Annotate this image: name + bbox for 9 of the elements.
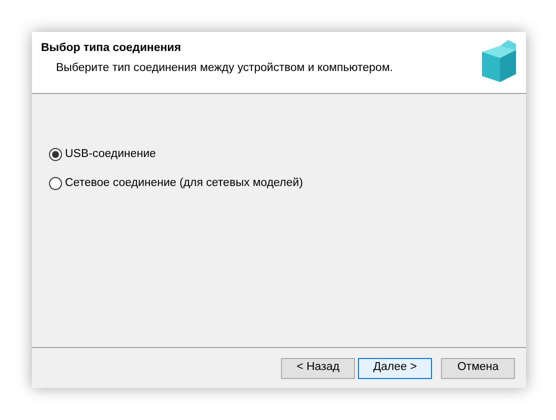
- option-label[interactable]: Сетевое соединение (для сетевых моделей): [65, 175, 303, 192]
- dialog-button[interactable]: Далее >: [358, 358, 432, 378]
- page-title: Выбор типа соединения: [41, 41, 182, 56]
- dialog-button[interactable]: < Назад: [281, 358, 355, 378]
- option-label[interactable]: USB-соединение: [65, 146, 156, 164]
- radio-button[interactable]: [49, 177, 62, 190]
- dialog-button[interactable]: Отмена: [441, 358, 515, 378]
- radio-button[interactable]: [49, 148, 62, 162]
- page-subtitle: Выберите тип соединения между устройством и компьютером.: [55, 61, 393, 76]
